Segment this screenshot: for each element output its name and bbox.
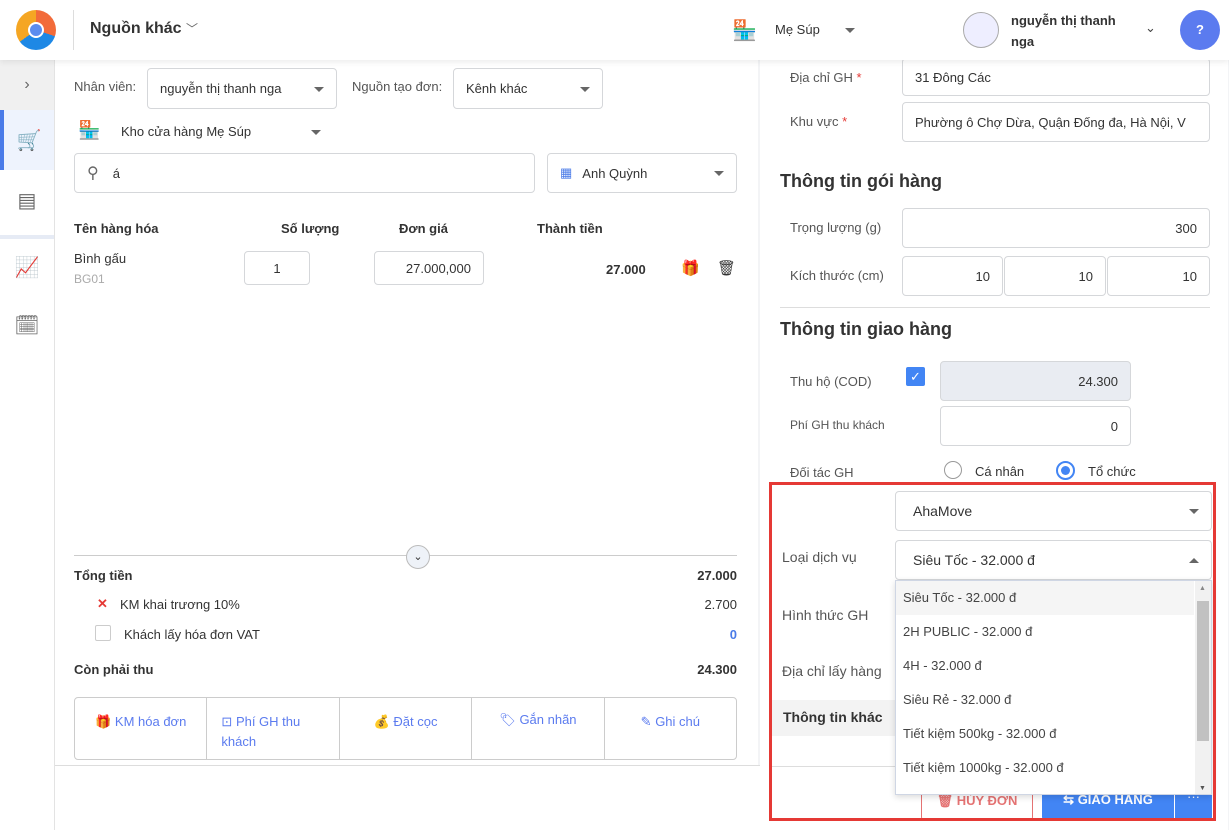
area-input[interactable]: Phường ô Chợ Dừa, Quận Đống đa, Hà Nội, … [902,102,1210,142]
service-select[interactable]: Siêu Tốc - 32.000 đ [895,540,1212,580]
gift-icon[interactable]: 🎁 [681,259,700,277]
fee-icon: ⊡ [221,714,233,729]
money-bag-icon: 💰 [373,714,390,729]
service-option[interactable]: Siêu Rẻ - 32.000 đ [896,683,1194,717]
tag-icon: 🏷 [499,712,516,727]
trash-icon[interactable]: 🗑 [717,259,736,277]
report-chart-icon[interactable]: 📈 [0,235,54,295]
service-option[interactable]: 2H PUBLIC - 32.000 đ [896,615,1194,649]
note-icon: ✎ [640,714,652,729]
top-bar: Nguồn khác ﹀ 🏪 Mẹ Súp nguyễn thị thanh n… [0,0,1229,60]
note-button[interactable]: ✎ Ghi chú [605,698,736,759]
shipping-fee-button[interactable]: ⊡ Phí GH thu khách [207,698,340,759]
avatar[interactable] [963,12,999,48]
width-input[interactable]: 10 [1004,256,1106,296]
search-icon: ⚲ [87,165,99,182]
schedule-icon[interactable]: 🗓 [0,295,54,355]
service-option[interactable]: 4H - 32.000 đ [896,649,1194,683]
gift-icon: 🎁 [95,714,112,729]
quantity-input[interactable]: 1 [244,251,310,285]
cod-input[interactable]: 24.300 [940,361,1131,401]
chevron-down-icon[interactable]: ⌄ [1145,20,1156,36]
source-selector[interactable]: Nguồn khác ﹀ [90,20,198,38]
collapse-toggle[interactable]: ⌄ [406,545,430,569]
weight-input[interactable]: 300 [902,208,1210,248]
service-option[interactable]: Tiết kiệm 1000kg - 32.000 đ [896,751,1194,785]
action-bar: 🎁 KM hóa đơn ⊡ Phí GH thu khách 💰 Đặt cọ… [74,697,737,760]
partner-select[interactable]: AhaMove [895,491,1212,531]
service-dropdown: Siêu Tốc - 32.000 đ 2H PUBLIC - 32.000 đ… [895,580,1212,795]
unit-price-input[interactable]: 27.000,000 [374,251,484,285]
store-selector[interactable]: Mẹ Súp [775,22,855,37]
invoice-icon[interactable]: ▤ [0,170,54,230]
radio-individual[interactable] [944,461,962,479]
remove-promo-icon[interactable]: ✕ [97,596,108,612]
app-logo[interactable] [16,10,56,50]
vat-checkbox[interactable] [95,625,111,641]
user-name[interactable]: nguyễn thị thanh nga [1011,10,1131,52]
tag-button[interactable]: 🏷 Gắn nhãn [472,698,605,759]
shipping-fee-input[interactable]: 0 [940,406,1131,446]
staff-select[interactable]: nguyễn thị thanh nga [147,68,337,109]
dropdown-scrollbar[interactable]: ▲ ▼ [1195,581,1211,794]
order-source-select[interactable]: Kênh khác [453,68,603,109]
support-chat-icon[interactable]: ? [1180,10,1220,50]
address-input[interactable]: 31 Đông Các [902,58,1210,96]
warehouse-icon: 🏪 [78,120,101,140]
invoice-promo-button[interactable]: 🎁 KM hóa đơn [75,698,208,759]
height-input[interactable]: 10 [1107,256,1210,296]
service-option[interactable]: Tiết kiệm 500kg - 32.000 đ [896,717,1194,751]
radio-organization[interactable] [1056,461,1075,480]
store-icon: 🏪 [732,20,757,42]
price-list-icon: ▦ [560,165,573,180]
expand-sidebar-icon[interactable]: › [0,60,54,110]
sidebar: › 🛒 ▤ 📈 🗓 [0,60,55,830]
deposit-button[interactable]: 💰 Đặt cọc [340,698,473,759]
price-list-select[interactable]: ▦ Anh Quỳnh [547,153,737,193]
cart-icon[interactable]: 🛒 [0,110,54,170]
chevron-down-icon: ﹀ [186,22,199,36]
length-input[interactable]: 10 [902,256,1003,296]
product-search[interactable]: ⚲ á [74,153,535,193]
warehouse-select[interactable]: Kho cửa hàng Mẹ Súp [121,124,321,139]
service-option[interactable]: Siêu Tốc - 32.000 đ [896,581,1194,615]
cod-checkbox[interactable]: ✓ [906,367,925,386]
